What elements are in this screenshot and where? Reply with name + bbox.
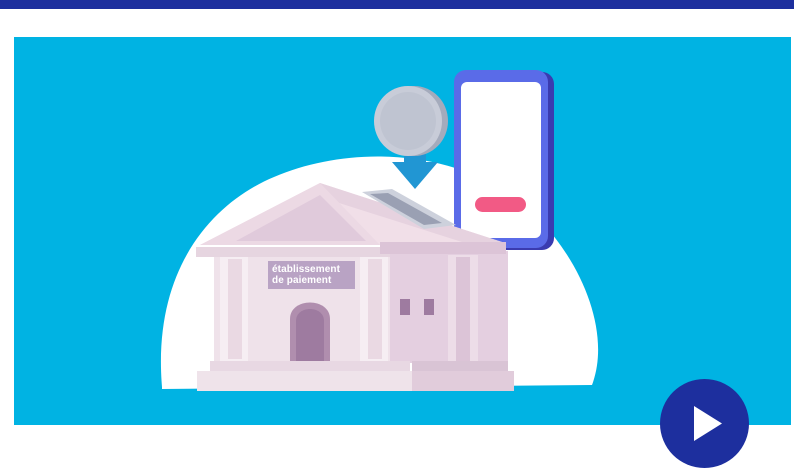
phone-icon — [454, 70, 554, 250]
bank-sign-line2: de paiement — [272, 275, 332, 286]
coin-icon — [374, 86, 448, 156]
play-button[interactable] — [660, 379, 749, 468]
bank-sign-line1: établissement — [272, 264, 340, 275]
top-bar — [0, 0, 794, 9]
bank-illustration — [160, 70, 599, 391]
play-icon — [694, 406, 722, 441]
bank-sign: établissement de paiement — [268, 261, 355, 289]
video-frame[interactable]: établissement de paiement — [14, 37, 791, 425]
